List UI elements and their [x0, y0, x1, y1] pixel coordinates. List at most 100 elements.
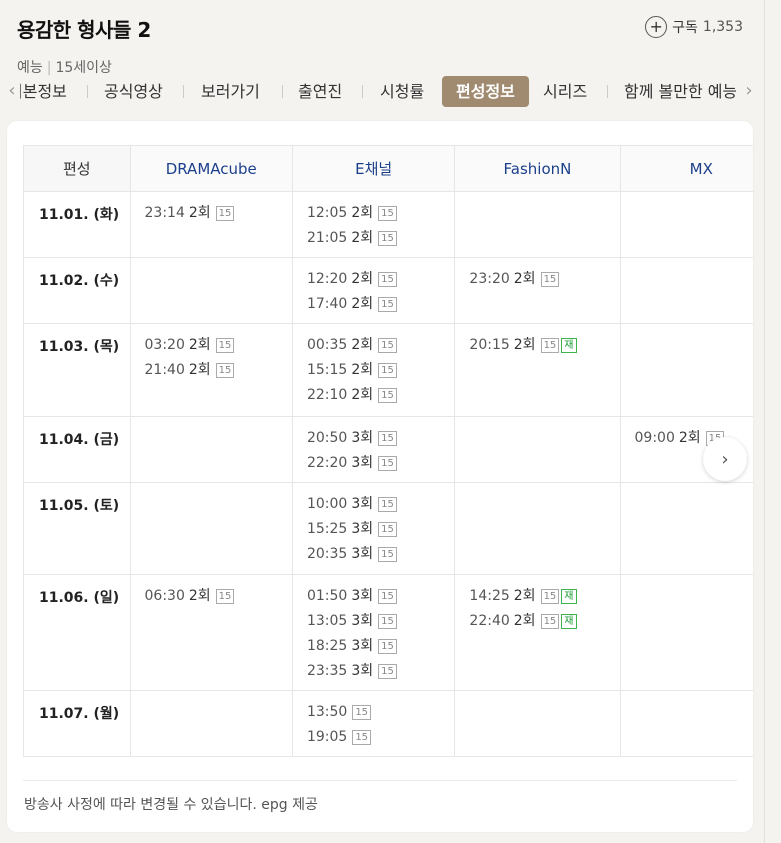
broadcast-time: 22:20	[306, 455, 348, 471]
broadcast-time: 13:05	[306, 613, 348, 629]
episode-number: 2회	[351, 337, 374, 353]
episode-number: 2회	[351, 387, 374, 403]
schedule-cell	[619, 574, 753, 691]
episode-number: 2회	[351, 230, 374, 246]
tab-divider	[282, 85, 283, 98]
age-rating-badge: 15	[215, 588, 235, 604]
rerun-badge: 재	[561, 613, 577, 629]
broadcast-slot: 12:20 2회 15	[307, 268, 454, 293]
broadcast-slot: 20:50 3회 15	[307, 427, 454, 452]
age-rating-badge: 15	[215, 337, 235, 353]
broadcast-time: 19:05	[306, 729, 348, 745]
column-header-schedule: 편성	[23, 145, 131, 192]
tab-official-video[interactable]: 공식영상	[90, 76, 177, 107]
chevron-left-icon[interactable]: ‹	[2, 79, 22, 103]
schedule-cell: 10:00 3회 15 15:25 3회 15 20:35 3회 15	[291, 482, 456, 575]
tab-recommended[interactable]: 함께 볼만한 예능	[610, 76, 736, 107]
tab-basic-info[interactable]: 기본정보	[20, 76, 81, 107]
episode-number: 3회	[351, 588, 374, 604]
episode-number: 2회	[513, 337, 536, 353]
tab-series[interactable]: 시리즈	[529, 76, 601, 107]
schedule-cell: 12:20 2회 15 17:40 2회 15	[291, 257, 456, 324]
plus-circle-icon: +	[645, 16, 668, 38]
schedule-cell	[454, 482, 621, 575]
table-row: 11.07. (월) 13:50 15 19:05 15	[23, 690, 753, 757]
broadcast-slot: 23:35 3회 15	[307, 660, 454, 685]
schedule-date: 11.04. (금)	[23, 416, 131, 483]
schedule-date: 11.07. (월)	[23, 690, 131, 757]
tab-cast[interactable]: 출연진	[284, 76, 356, 107]
broadcast-slot: 21:05 2회 15	[307, 227, 454, 252]
episode-number: 2회	[678, 430, 701, 446]
broadcast-time: 00:35	[306, 337, 348, 353]
age-rating-badge: 15	[378, 430, 397, 446]
schedule-cell: 23:20 2회 15	[454, 257, 621, 324]
schedule-date: 11.01. (화)	[23, 191, 131, 258]
age-rating-badge: 15	[215, 205, 235, 221]
age-rating-badge: 15	[378, 230, 397, 246]
subscribe-button[interactable]: + 구독 1,353	[645, 14, 743, 40]
age-rating-badge: 15	[378, 337, 397, 353]
broadcast-slot: 13:50 15	[307, 701, 454, 726]
tab-schedule[interactable]: 편성정보	[442, 76, 529, 107]
episode-number: 2회	[513, 588, 536, 604]
broadcast-time: 22:10	[306, 387, 348, 403]
schedule-cell	[454, 416, 621, 483]
chevron-right-icon[interactable]: ›	[739, 79, 759, 103]
tab-ratings[interactable]: 시청률	[366, 76, 438, 107]
footer-divider	[23, 780, 737, 781]
schedule-cell: 06:30 2회 15	[129, 574, 293, 691]
schedule-cell	[619, 191, 753, 258]
column-header-channel: MX	[619, 145, 753, 192]
episode-number: 2회	[188, 362, 211, 378]
schedule-cell	[619, 482, 753, 575]
broadcast-slot: 15:15 2회 15	[307, 359, 454, 384]
schedule-table: 편성 DRAMAcube E채널 FashionN MX 11.01. (화) 2…	[23, 145, 753, 757]
broadcast-time: 22:40	[469, 613, 510, 629]
broadcast-slot: 21:40 2회 15	[145, 359, 292, 384]
schedule-cell: 13:50 15 19:05 15	[291, 690, 456, 757]
rerun-badge: 재	[561, 337, 577, 353]
age-rating-badge: 15	[378, 588, 397, 604]
schedule-cell: 01:50 3회 15 13:05 3회 15 18:25 3회 15 23:35 3회 15	[291, 574, 456, 691]
schedule-cell	[129, 482, 293, 575]
episode-number: 2회	[188, 337, 211, 353]
tab-watch[interactable]: 보러가기	[187, 76, 274, 107]
age-rating-badge: 15	[378, 362, 397, 378]
schedule-cell	[454, 690, 621, 757]
broadcast-time: 12:20	[306, 271, 348, 287]
chevron-right-icon[interactable]: ›	[703, 437, 747, 481]
age-rating-badge: 15	[215, 362, 235, 378]
broadcast-slot: 15:25 3회 15	[307, 518, 454, 543]
broadcast-time: 03:20	[144, 337, 185, 353]
episode-number: 2회	[513, 613, 536, 629]
tab-divider	[362, 85, 363, 98]
table-row: 11.05. (토) 10:00 3회 15 15:25 3회 15 20:35 3회 15	[23, 482, 753, 575]
table-row: 11.03. (목) 03:20 2회 15 21:40 2회 15 00:35 2회 15 15:…	[23, 323, 753, 417]
broadcast-time: 13:50	[306, 704, 348, 720]
schedule-cell: 03:20 2회 15 21:40 2회 15	[129, 323, 293, 417]
episode-number: 3회	[351, 455, 374, 471]
broadcast-slot: 14:25 2회 15 재	[469, 585, 619, 610]
broadcast-slot: 23:14 2회 15	[145, 202, 292, 227]
schedule-cell: 14:25 2회 15 재 22:40 2회 15 재	[454, 574, 621, 691]
broadcast-time: 17:40	[306, 296, 348, 312]
broadcast-time: 12:05	[306, 205, 348, 221]
column-header-channel: E채널	[291, 145, 456, 192]
page-right-gutter	[765, 0, 781, 843]
table-row: 11.06. (일) 06:30 2회 15 01:50 3회 15 13:05 3회 15 18:…	[23, 574, 753, 691]
schedule-date: 11.05. (토)	[23, 482, 131, 575]
age-rating-badge: 15	[352, 704, 372, 720]
schedule-footer-note: 방송사 사정에 따라 변경될 수 있습니다. epg 제공	[24, 797, 318, 813]
schedule-card: 편성 DRAMAcube E채널 FashionN MX 11.01. (화) 2…	[7, 121, 753, 832]
broadcast-slot: 12:05 2회 15	[307, 202, 454, 227]
episode-number: 2회	[351, 205, 374, 221]
schedule-date: 11.03. (목)	[23, 323, 131, 417]
broadcast-slot: 19:05 15	[307, 726, 454, 751]
schedule-cell: 00:35 2회 15 15:15 2회 15 22:10 2회 15	[291, 323, 456, 417]
age-rating-badge: 15	[540, 588, 560, 604]
column-header-channel: DRAMAcube	[129, 145, 293, 192]
broadcast-time: 06:30	[144, 588, 185, 604]
age-rating-badge: 15	[540, 613, 560, 629]
program-title: 용감한 형사들 2	[17, 18, 151, 42]
